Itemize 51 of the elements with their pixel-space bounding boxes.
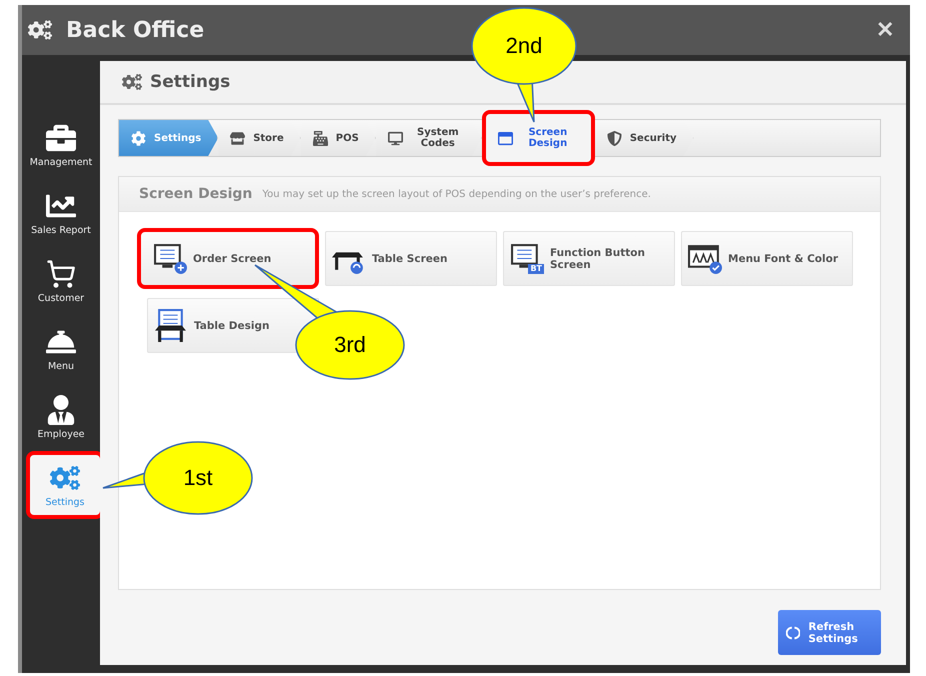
section-title: Screen Design [139,186,252,202]
sidebar-item[interactable]: Customer [22,247,100,315]
icon-badge: BT [528,264,544,274]
shield-icon [606,130,622,146]
monitor-icon [388,130,403,146]
sidebar-label: Management [30,156,92,168]
sidebar-label: Sales Report [31,224,91,236]
sidebar-item[interactable]: Sales Report [22,179,100,247]
section-hint: You may set up the screen layout of POS depending on the user’s preference. [262,188,651,200]
tile-label: Menu Font & Color [728,252,838,264]
sidebar-label: Menu [48,360,74,372]
sidebar-label: Customer [38,292,84,304]
sidebar-label: Settings [46,496,84,508]
monitor-icon [153,242,187,275]
font-window-icon [688,242,722,275]
screen-option-tile[interactable]: BT Function Button Screen [503,231,675,286]
callout-tooltip-text: 2nd [506,33,542,59]
tile-label: Table Design [194,320,270,332]
step-label: Store [253,132,284,144]
gears-icon [122,72,142,92]
screen-option-tile[interactable]: Table Design [147,298,319,353]
callout-tooltip-text: 3rd [334,332,366,358]
step-label: Security [630,132,677,144]
window-icon [498,130,513,146]
tile-label: Order Screen [193,252,272,264]
sidebar-label: Employee [37,428,85,440]
tile-label: Function Button Screen [550,246,646,270]
table-icon [154,309,188,342]
screen-option-tile[interactable]: Table Screen [325,231,497,286]
tile-label: Table Screen [372,252,448,264]
callout-tooltip-text: 1st [183,465,213,491]
breadcrumb-step[interactable]: Screen Design [482,110,595,166]
step-label: System Codes [416,127,460,149]
step-label: POS [336,132,359,144]
window-title: Back Office [66,18,206,42]
register-icon [312,130,328,146]
close-button[interactable]: ✕ [872,17,898,43]
step-label: Screen Design [527,127,568,149]
gear-icon [131,130,146,146]
store-icon [230,130,246,146]
briefcase-icon [46,122,76,152]
step-label: Settings [154,132,202,144]
screen-option-tile[interactable]: Menu Font & Color [681,231,853,286]
sidebar-item[interactable]: Menu [22,315,100,383]
person-icon [46,394,76,424]
refresh-settings-button[interactable]: Refresh Settings [778,610,881,655]
page-title: Settings [150,72,230,92]
cart-icon [46,258,76,288]
screen-option-tile[interactable]: Order Screen [137,228,319,289]
sidebar-item[interactable]: Employee [22,383,100,451]
sidebar-item[interactable]: Management [22,111,100,179]
